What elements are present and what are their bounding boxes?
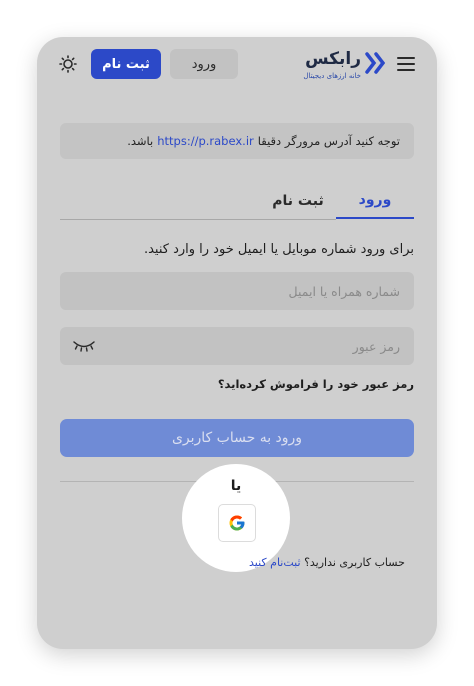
google-icon [229, 515, 245, 531]
notice-suffix: باشد. [127, 134, 154, 148]
header-register-button[interactable]: ثبت نام [91, 49, 161, 79]
phone-email-input[interactable] [60, 272, 414, 310]
signup-question: حساب کاربری ندارید؟ [304, 556, 405, 569]
login-submit-button[interactable]: ورود به حساب کاربری [60, 419, 414, 457]
tab-register[interactable]: ثبت نام [259, 183, 337, 219]
hamburger-menu-icon[interactable] [397, 57, 415, 71]
login-instruction: برای ورود شماره موبایل یا ایمیل خود را و… [143, 242, 414, 257]
password-input[interactable] [60, 327, 414, 365]
app-screen: رابکس خانه ارزهای دیجیتال ورود ثبت نام ت… [37, 37, 437, 649]
url-notice: توجه کنید آدرس مرورگر دقیقا https://p.ra… [60, 123, 414, 159]
brand-tagline: خانه ارزهای دیجیتال [303, 72, 361, 80]
tab-divider [60, 219, 336, 220]
password-field[interactable] [60, 327, 414, 365]
notice-prefix: توجه کنید آدرس مرورگر دقیقا [257, 134, 400, 148]
sun-icon[interactable] [59, 55, 77, 73]
header-login-button[interactable]: ورود [170, 49, 238, 79]
tab-login[interactable]: ورود [336, 183, 414, 219]
phone-email-field[interactable] [60, 272, 414, 310]
notice-url[interactable]: https://p.rabex.ir [157, 134, 254, 148]
rabex-logo-icon [365, 52, 385, 74]
signup-prompt: حساب کاربری ندارید؟ ثبت‌نام کنید [249, 556, 405, 569]
brand-logo[interactable]: رابکس خانه ارزهای دیجیتال [289, 48, 385, 82]
eye-closed-icon[interactable] [72, 339, 96, 353]
brand-name: رابکس [305, 49, 361, 69]
forgot-password-link[interactable]: رمز عبور خود را فراموش کرده‌اید؟ [218, 377, 414, 391]
google-login-button[interactable] [218, 504, 256, 542]
or-label: یا [230, 478, 242, 494]
signup-link[interactable]: ثبت‌نام کنید [249, 556, 301, 569]
